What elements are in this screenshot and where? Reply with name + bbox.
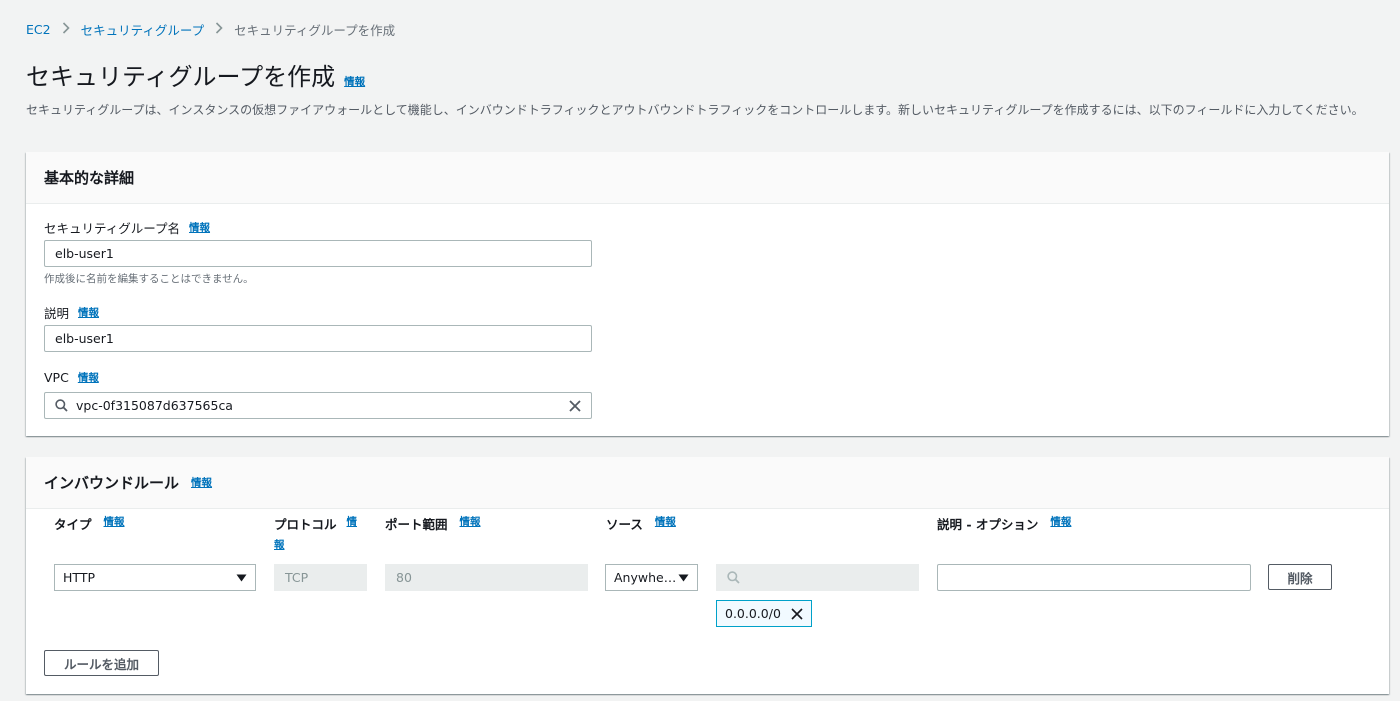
inbound-rules-header: インバウンドルール 情報 — [26, 457, 1389, 509]
type-info-link[interactable]: 情報 — [104, 514, 125, 529]
add-rule-button[interactable]: ルールを追加 — [44, 650, 159, 676]
close-icon[interactable] — [569, 399, 581, 412]
inbound-rules-panel: インバウンドルール 情報 タイプ 情報 プロトコル 情 報 ポート範囲 情報 ソ… — [26, 457, 1389, 694]
col-description-label: 説明 - オプション — [937, 517, 1039, 532]
source-info-link[interactable]: 情報 — [655, 514, 676, 529]
sg-name-label: セキュリティグループ名 — [44, 221, 181, 236]
basic-details-header: 基本的な詳細 — [26, 152, 1389, 204]
chevron-right-icon — [215, 21, 223, 38]
description-info-link[interactable]: 情報 — [78, 305, 99, 320]
vpc-label-row: VPC 情報 — [44, 370, 99, 385]
page-title: セキュリティグループを作成 — [26, 63, 336, 91]
rule-protocol-value: TCP — [285, 570, 309, 585]
close-icon[interactable] — [791, 607, 803, 620]
port-info-link[interactable]: 情報 — [460, 514, 481, 529]
col-port-header: ポート範囲 情報 — [385, 514, 481, 533]
rule-type-select[interactable]: HTTP — [54, 564, 256, 591]
description-value: elb-user1 — [55, 331, 114, 346]
rule-description-input[interactable] — [937, 564, 1251, 591]
sg-name-info-link[interactable]: 情報 — [189, 220, 210, 235]
description-input[interactable]: elb-user1 — [44, 325, 592, 352]
col-source-label: ソース — [606, 517, 643, 532]
protocol-info-link-part1[interactable]: 情 — [347, 514, 358, 529]
sg-name-label-row: セキュリティグループ名 情報 — [44, 218, 210, 237]
caret-down-icon — [236, 574, 247, 582]
sg-name-value: elb-user1 — [55, 246, 114, 261]
basic-details-heading: 基本的な詳細 — [44, 169, 135, 187]
inbound-rules-heading: インバウンドルール — [44, 474, 180, 492]
protocol-info-link-part2[interactable]: 報 — [274, 537, 366, 552]
rule-type-value: HTTP — [63, 570, 95, 585]
vpc-info-link[interactable]: 情報 — [78, 370, 99, 385]
rule-port-value: 80 — [396, 570, 412, 585]
rule-source-value: Anywhe… — [614, 570, 677, 585]
delete-rule-button[interactable]: 削除 — [1268, 564, 1332, 590]
description-col-info-link[interactable]: 情報 — [1050, 514, 1071, 529]
rule-source-select[interactable]: Anywhe… — [605, 564, 698, 591]
rule-protocol-field: TCP — [274, 564, 367, 591]
rule-cidr-search[interactable] — [716, 564, 919, 591]
page-description: セキュリティグループは、インスタンスの仮想ファイアウォールとして機能し、インバウ… — [26, 103, 1364, 117]
page-header: セキュリティグループを作成 情報 — [26, 57, 365, 92]
breadcrumb-current: セキュリティグループを作成 — [234, 23, 396, 38]
col-description-header: 説明 - オプション 情報 — [937, 514, 1071, 533]
description-label-row: 説明 情報 — [44, 303, 99, 322]
vpc-label: VPC — [44, 370, 69, 385]
cidr-token: 0.0.0.0/0 — [716, 600, 812, 627]
rule-port-field: 80 — [385, 564, 588, 591]
breadcrumb: EC2 セキュリティグループ セキュリティグループを作成 — [26, 20, 395, 39]
chevron-right-icon — [62, 21, 70, 38]
cidr-token-value: 0.0.0.0/0 — [725, 606, 781, 621]
basic-details-panel: 基本的な詳細 セキュリティグループ名 情報 elb-user1 作成後に名前を編… — [26, 152, 1389, 436]
col-protocol-header: プロトコル 情 報 — [274, 514, 366, 552]
search-icon — [55, 399, 68, 412]
sg-name-input[interactable]: elb-user1 — [44, 240, 592, 267]
inbound-info-link[interactable]: 情報 — [191, 475, 212, 490]
sg-name-hint: 作成後に名前を編集することはできません。 — [44, 273, 254, 285]
col-type-header: タイプ 情報 — [54, 514, 125, 533]
title-info-link[interactable]: 情報 — [344, 74, 365, 89]
col-port-label: ポート範囲 — [385, 517, 448, 532]
col-type-label: タイプ — [54, 517, 92, 532]
breadcrumb-ec2[interactable]: EC2 — [26, 22, 51, 37]
breadcrumb-security-groups[interactable]: セキュリティグループ — [81, 20, 205, 39]
col-protocol-label: プロトコル — [274, 517, 337, 532]
search-icon — [727, 571, 740, 584]
description-label: 説明 — [44, 306, 70, 321]
col-source-header: ソース 情報 — [606, 514, 676, 533]
vpc-search-input[interactable]: vpc-0f315087d637565ca — [44, 392, 592, 419]
vpc-value: vpc-0f315087d637565ca — [76, 398, 233, 413]
caret-down-icon — [678, 574, 689, 582]
